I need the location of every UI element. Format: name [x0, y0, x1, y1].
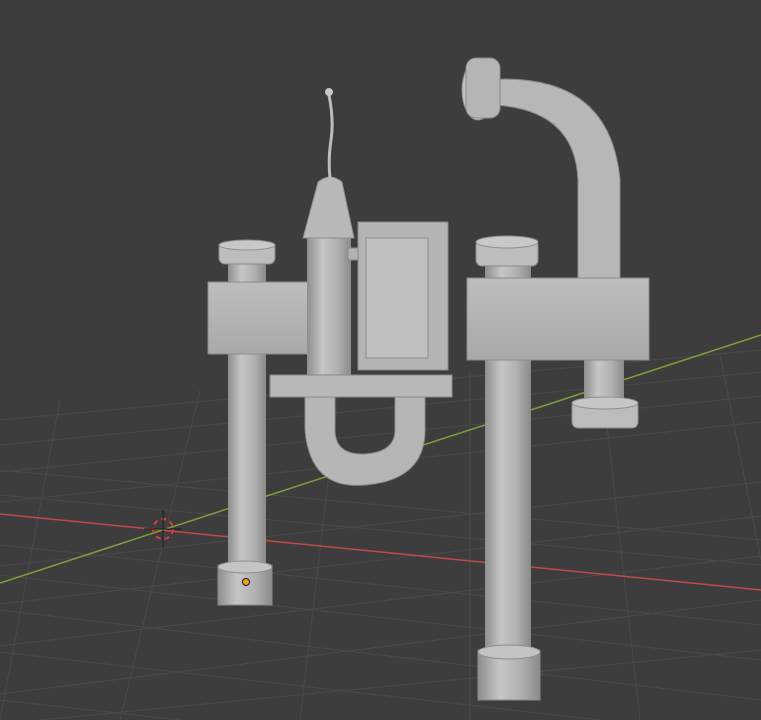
3d-viewport[interactable] — [0, 0, 761, 720]
object-origin-icon[interactable] — [242, 578, 250, 586]
base-shelf[interactable] — [269, 374, 453, 398]
3d-cursor-icon[interactable] — [144, 510, 182, 548]
center-column[interactable] — [302, 88, 363, 375]
viewport-canvas[interactable] — [0, 0, 761, 720]
floor-grid — [0, 349, 761, 720]
right-mounting-block[interactable] — [466, 277, 650, 361]
x-axis-line — [0, 513, 761, 591]
u-trap-pipe[interactable] — [304, 394, 426, 486]
valve-box[interactable] — [357, 221, 449, 371]
